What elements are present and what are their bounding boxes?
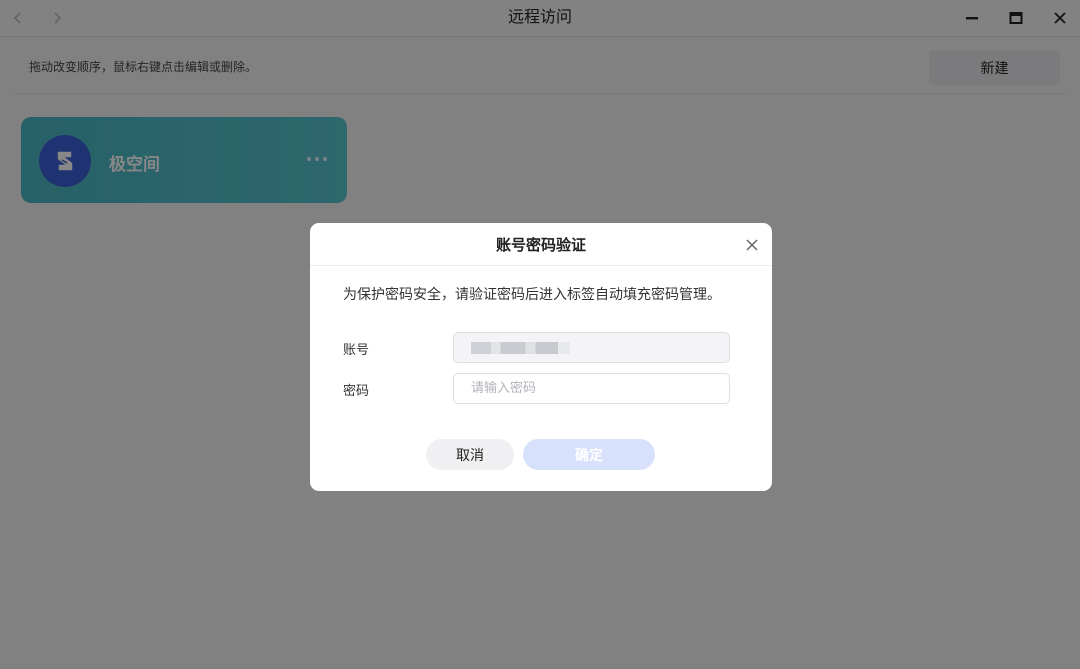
password-label: 密码: [343, 384, 370, 399]
dialog-close-icon[interactable]: [742, 235, 762, 255]
dialog-header: 账号密码验证: [310, 223, 772, 266]
account-field: [453, 332, 730, 363]
password-input[interactable]: [471, 381, 712, 396]
password-field[interactable]: [453, 373, 730, 404]
verify-dialog: 账号密码验证 为保护密码安全，请验证密码后进入标签自动填充密码管理。 账号 密码…: [310, 223, 772, 491]
dialog-title: 账号密码验证: [495, 236, 586, 254]
account-label: 账号: [343, 343, 370, 358]
cancel-button[interactable]: 取消: [426, 439, 514, 470]
blurred-account-value: [471, 341, 570, 354]
dialog-description: 为保护密码安全，请验证密码后进入标签自动填充密码管理。: [343, 287, 721, 303]
confirm-button[interactable]: 确定: [523, 439, 655, 470]
